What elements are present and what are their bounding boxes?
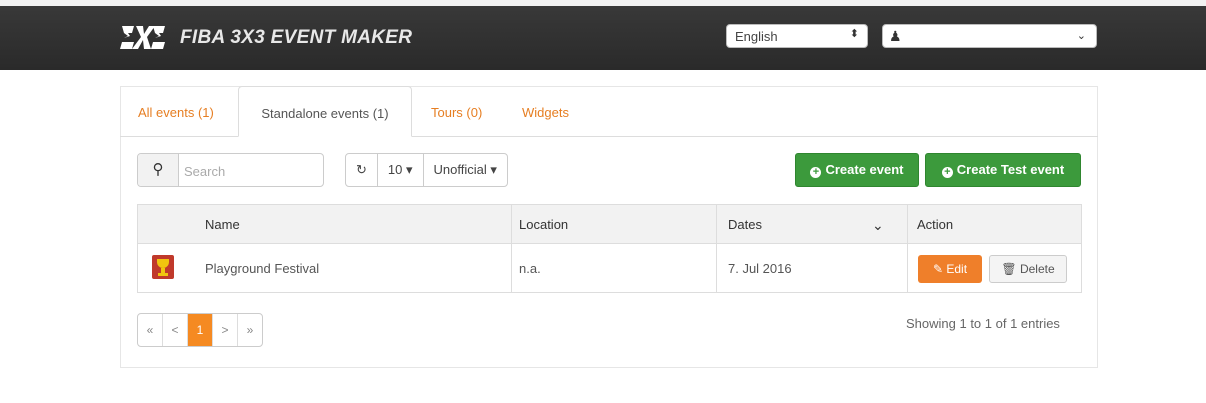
sort-desc-icon[interactable]: ⌄ [872,205,884,243]
delete-label: Delete [1019,262,1055,276]
column-divider [907,205,908,292]
search-box: ⚲ [137,153,324,187]
trophy-icon [152,255,174,279]
column-header-name[interactable]: Name [205,205,240,243]
fiba-3x3-logo[interactable] [120,22,166,52]
column-header-location[interactable]: Location [519,205,568,243]
edit-button[interactable]: ✎ Edit [918,255,982,283]
search-icon[interactable]: ⚲ [138,154,179,186]
caret-down-icon: ▾ [490,162,497,177]
plus-circle-icon: + [810,167,822,178]
select-updown-icon: ⬍ [849,28,859,40]
refresh-icon: ↻ [356,162,367,177]
edit-label: Edit [946,262,968,276]
create-event-button[interactable]: + Create event [795,153,919,187]
create-test-event-button[interactable]: + Create Test event [925,153,1081,187]
event-location: n.a. [519,261,541,276]
next-page-button[interactable]: > [213,314,238,346]
event-tabs: All events (1) Standalone events (1) Tou… [120,86,1098,137]
delete-button[interactable]: 🗑 Delete [989,255,1067,283]
create-test-event-label: Create Test event [956,162,1065,177]
table-controls: ↻ 10 ▾ Unofficial ▾ [345,153,508,187]
tab-widgets[interactable]: Widgets [522,86,569,136]
search-input[interactable] [182,160,316,182]
pagination: « < 1 > » [137,313,263,347]
chevron-down-icon: ⌄ [1076,30,1086,42]
event-dates: 7. Jul 2016 [728,261,792,276]
page-size-dropdown[interactable]: 10 ▾ [378,154,424,186]
page-size-value: 10 [387,162,403,177]
tab-tours[interactable]: Tours (0) [431,86,482,136]
column-header-action: Action [917,217,954,232]
trash-icon: 🗑 [1001,262,1017,276]
page-1-button[interactable]: 1 [188,314,213,346]
entries-info: Showing 1 to 1 of 1 entries [906,316,1060,331]
create-event-label: Create event [825,162,904,177]
event-name[interactable]: Playground Festival [205,243,319,291]
refresh-button[interactable]: ↻ [346,154,378,186]
prev-page-button[interactable]: < [163,314,188,346]
language-select[interactable]: English ⬍ [726,24,868,48]
user-select[interactable]: ♟ ⌄ [882,24,1097,48]
user-icon: ♟ [889,28,902,44]
column-divider [716,205,717,292]
caret-down-icon: ▾ [406,162,413,177]
filter-dropdown[interactable]: Unofficial ▾ [424,154,507,186]
tab-standalone-events[interactable]: Standalone events (1) [238,86,412,137]
column-divider [511,205,512,292]
language-value: English [735,29,778,44]
tab-all-events[interactable]: All events (1) [138,86,214,136]
events-table: Name Location Dates ⌄ Action Playground … [137,204,1082,293]
column-header-dates[interactable]: Dates [728,205,762,243]
last-page-button[interactable]: » [238,314,262,346]
app-title: FIBA 3X3 EVENT MAKER [180,27,413,48]
first-page-button[interactable]: « [138,314,163,346]
plus-circle-icon: + [941,167,953,178]
filter-value: Unofficial [433,162,487,177]
top-navbar: FIBA 3X3 EVENT MAKER English ⬍ ♟ ⌄ [0,0,1206,70]
pencil-icon: ✎ [932,262,944,276]
top-border [0,0,1206,6]
